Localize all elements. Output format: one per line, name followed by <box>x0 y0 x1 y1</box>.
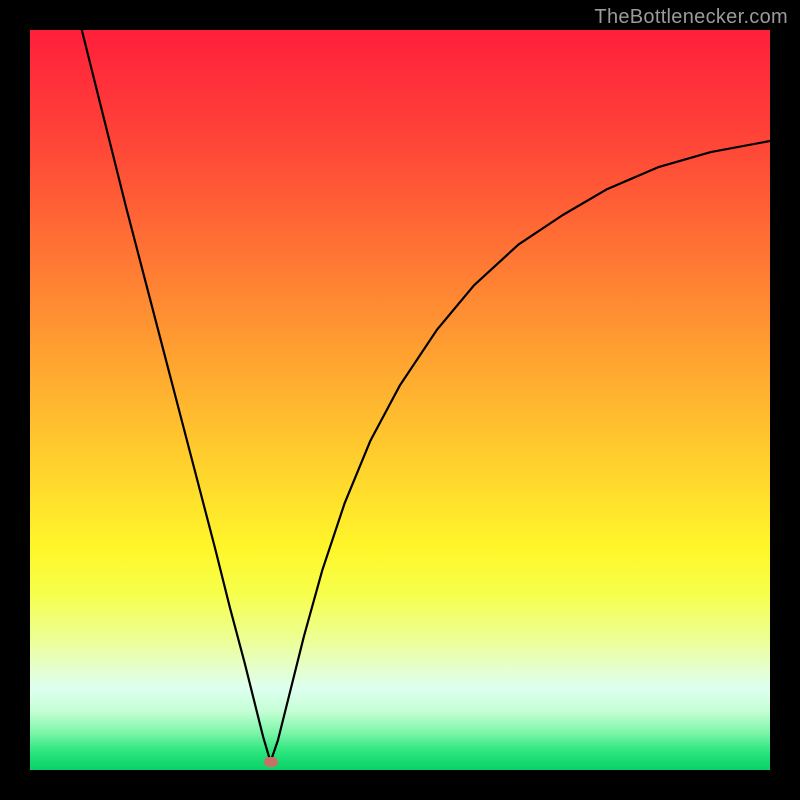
bottleneck-curve <box>30 30 770 770</box>
plot-area <box>30 30 770 770</box>
watermark-text: TheBottlenecker.com <box>594 6 788 29</box>
chart-frame: TheBottlenecker.com <box>0 0 800 800</box>
optimal-point-marker <box>264 757 278 767</box>
